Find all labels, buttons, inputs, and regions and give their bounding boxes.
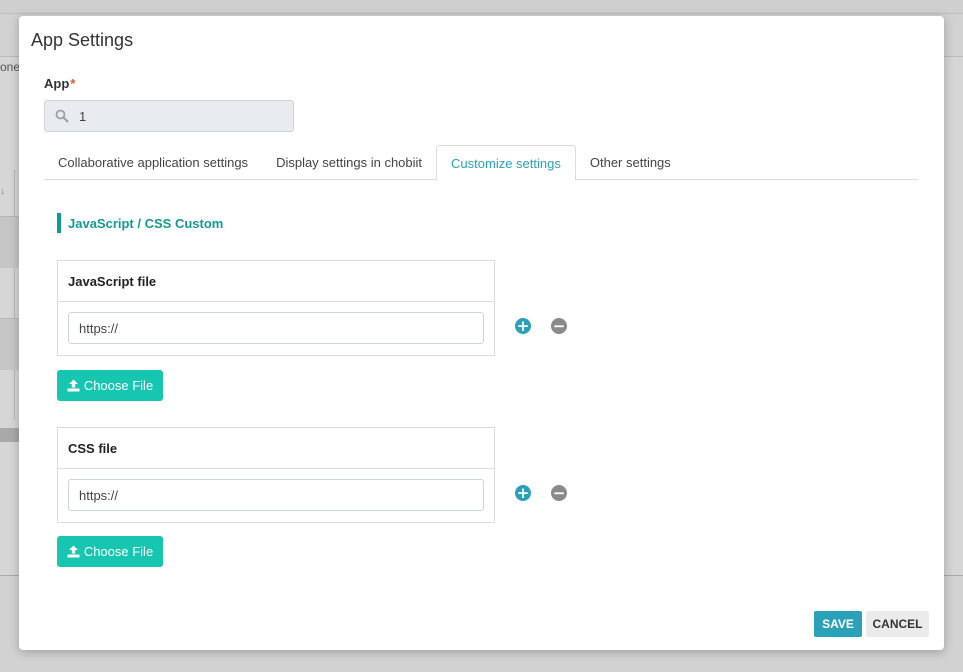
plus-circle-icon: + (516, 317, 530, 335)
css-url-input[interactable] (68, 479, 484, 511)
upload-icon (67, 379, 80, 392)
remove-javascript-file-button[interactable]: − (551, 318, 567, 334)
javascript-url-input[interactable] (68, 312, 484, 344)
upload-icon (67, 545, 80, 558)
cancel-button[interactable]: CANCEL (866, 611, 929, 637)
background-row (0, 318, 20, 370)
remove-css-file-button[interactable]: − (551, 485, 567, 501)
javascript-file-box: JavaScript file (57, 260, 495, 356)
sort-arrow-icon: ↓ (0, 186, 5, 197)
save-button[interactable]: SAVE (814, 611, 862, 637)
background-row (0, 216, 20, 268)
app-select-value: 1 (79, 108, 87, 124)
css-file-body (58, 469, 494, 522)
app-field-label: App* (44, 76, 75, 91)
tab-customize-settings[interactable]: Customize settings (436, 145, 576, 181)
javascript-file-body (58, 302, 494, 355)
minus-circle-icon: − (552, 317, 566, 335)
settings-tabs: Collaborative application settings Displ… (44, 145, 918, 181)
css-choose-file-button[interactable]: Choose File (57, 536, 163, 567)
search-icon (55, 109, 69, 123)
plus-circle-icon: + (516, 484, 530, 502)
tab-collaborative-application-settings[interactable]: Collaborative application settings (44, 145, 262, 180)
choose-file-label: Choose File (83, 378, 154, 393)
background-column-divider (14, 170, 15, 420)
choose-file-label: Choose File (83, 544, 154, 559)
background-topbar (0, 0, 963, 14)
javascript-file-header: JavaScript file (58, 261, 494, 302)
app-settings-dialog: App Settings App* 1 Collaborative applic… (19, 16, 944, 650)
css-file-header: CSS file (58, 428, 494, 469)
tab-display-settings[interactable]: Display settings in chobiit (262, 145, 436, 180)
dialog-title: App Settings (31, 30, 134, 50)
minus-circle-icon: − (552, 484, 566, 502)
background-scrollbar (0, 428, 20, 442)
section-title: JavaScript / CSS Custom (57, 213, 223, 233)
app-label-text: App (44, 76, 70, 91)
background-text: one (0, 60, 21, 74)
required-mark: * (70, 76, 76, 91)
add-css-file-button[interactable]: + (515, 485, 531, 501)
tab-other-settings[interactable]: Other settings (576, 145, 685, 180)
css-file-box: CSS file (57, 427, 495, 523)
add-javascript-file-button[interactable]: + (515, 318, 531, 334)
app-select-input[interactable]: 1 (44, 100, 294, 132)
javascript-choose-file-button[interactable]: Choose File (57, 370, 163, 401)
